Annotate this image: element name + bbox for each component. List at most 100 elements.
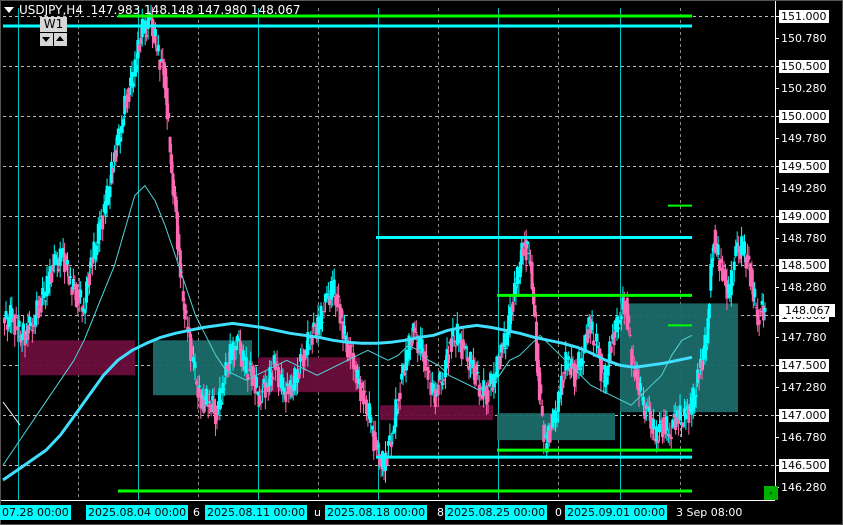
demand-zone	[620, 303, 738, 413]
ohlc-readout: 147.983 148.148 147.980 148.067	[90, 3, 301, 17]
candle-body	[743, 241, 747, 254]
candle-body	[631, 356, 635, 359]
candle-body	[17, 320, 21, 327]
candle-body	[271, 376, 275, 380]
price-label: 149.500	[779, 159, 829, 173]
candle-body	[581, 360, 585, 364]
candle-body	[385, 457, 389, 466]
candle-body	[167, 112, 171, 118]
candle-body	[590, 321, 594, 331]
candle-body	[694, 395, 698, 397]
candle-body	[348, 345, 352, 358]
price-label: 146.780	[781, 430, 827, 444]
candle-body	[731, 282, 735, 286]
symbol-label: USDJPY,H4	[19, 3, 83, 17]
candle-body	[184, 310, 188, 314]
candle-body	[101, 215, 105, 230]
price-label: 148.280	[781, 280, 827, 294]
candle-body	[627, 315, 631, 323]
supply-zone	[20, 340, 135, 376]
candle-body	[619, 316, 623, 320]
candle-body	[66, 260, 70, 265]
price-label: 148.500	[779, 258, 829, 272]
candle-body	[369, 416, 373, 423]
candle-body	[486, 389, 490, 403]
chart-window[interactable]: USDJPY,H4 147.983 148.148 147.980 148.06…	[0, 0, 843, 525]
time-label-fragment: 0	[555, 506, 562, 519]
candle-body	[68, 276, 72, 278]
candle-body	[567, 356, 571, 360]
candle-body	[332, 279, 336, 294]
time-label: 2025.08.18 00:00	[325, 505, 428, 520]
candle-body	[108, 186, 112, 198]
candle-body	[600, 365, 604, 370]
arrow-down-icon[interactable]	[40, 33, 53, 46]
candle-body	[665, 416, 669, 431]
candle-body	[476, 372, 480, 374]
candle-body	[342, 325, 346, 334]
candle-body	[297, 373, 301, 379]
period-badge[interactable]: W1	[38, 17, 70, 47]
chart-header: USDJPY,H4 147.983 148.148 147.980 148.06…	[0, 2, 301, 18]
candle-body	[320, 321, 324, 323]
candle-body	[363, 391, 367, 393]
time-label-fragment: 8	[437, 506, 444, 519]
candle-body	[747, 255, 751, 260]
candle-body	[398, 392, 402, 400]
price-label: 151.000	[779, 9, 829, 23]
price-label: 149.000	[779, 209, 829, 223]
price-label: 150.280	[781, 81, 827, 95]
candle-body	[284, 391, 288, 403]
candle-body	[197, 385, 201, 388]
candle-body	[222, 388, 226, 390]
candle-body	[87, 273, 91, 286]
candle-body	[156, 44, 160, 52]
candle-body	[83, 309, 87, 314]
candle-body	[707, 304, 711, 319]
time-label-fragment: u	[314, 506, 321, 519]
candle-body	[638, 383, 642, 391]
time-label-fragment: 6	[193, 506, 200, 519]
candle-body	[255, 376, 259, 388]
price-label: 149.280	[781, 181, 827, 195]
candle-body	[42, 291, 46, 299]
candle-body	[493, 381, 497, 383]
price-label: 150.780	[781, 31, 827, 45]
price-label: 146.500	[779, 458, 829, 472]
arrow-up-icon[interactable]	[54, 33, 67, 46]
candle-body	[609, 346, 613, 353]
candle-body	[757, 319, 761, 325]
candle-body	[337, 295, 341, 298]
period-label: W1	[40, 17, 67, 32]
time-label: 3 Sep 08:00	[676, 506, 743, 519]
candle-body	[244, 357, 248, 373]
price-label: 150.500	[779, 59, 829, 73]
price-label: 150.000	[779, 109, 829, 123]
candle-body	[447, 354, 451, 363]
candle-body	[628, 334, 632, 336]
price-label: 147.280	[781, 380, 827, 394]
candle-body	[427, 370, 431, 372]
price-chart-canvas[interactable]	[0, 0, 843, 525]
candle-body	[414, 332, 418, 334]
time-label: 2025.08.25 00:00	[445, 505, 548, 520]
candle-body	[79, 289, 83, 298]
candle-body	[684, 413, 688, 420]
time-label: 2025.08.04 00:00	[86, 505, 189, 520]
price-label: 149.780	[781, 131, 827, 145]
price-label: 148.780	[781, 231, 827, 245]
candle-body	[193, 361, 197, 369]
candle-body	[539, 384, 543, 394]
corner-button[interactable]: -	[764, 486, 778, 500]
candle-body	[521, 248, 525, 256]
time-label: 07.28 00:00	[0, 505, 71, 520]
candle-body	[732, 261, 736, 271]
price-label: 147.780	[781, 330, 827, 344]
price-label: 147.000	[779, 408, 829, 422]
current-price-label: 148.067	[779, 304, 835, 317]
dropdown-triangle-icon[interactable]	[4, 7, 14, 13]
candle-body	[669, 436, 673, 439]
candle-body	[426, 366, 430, 380]
candle-body	[763, 307, 767, 312]
candle-body	[511, 301, 515, 312]
